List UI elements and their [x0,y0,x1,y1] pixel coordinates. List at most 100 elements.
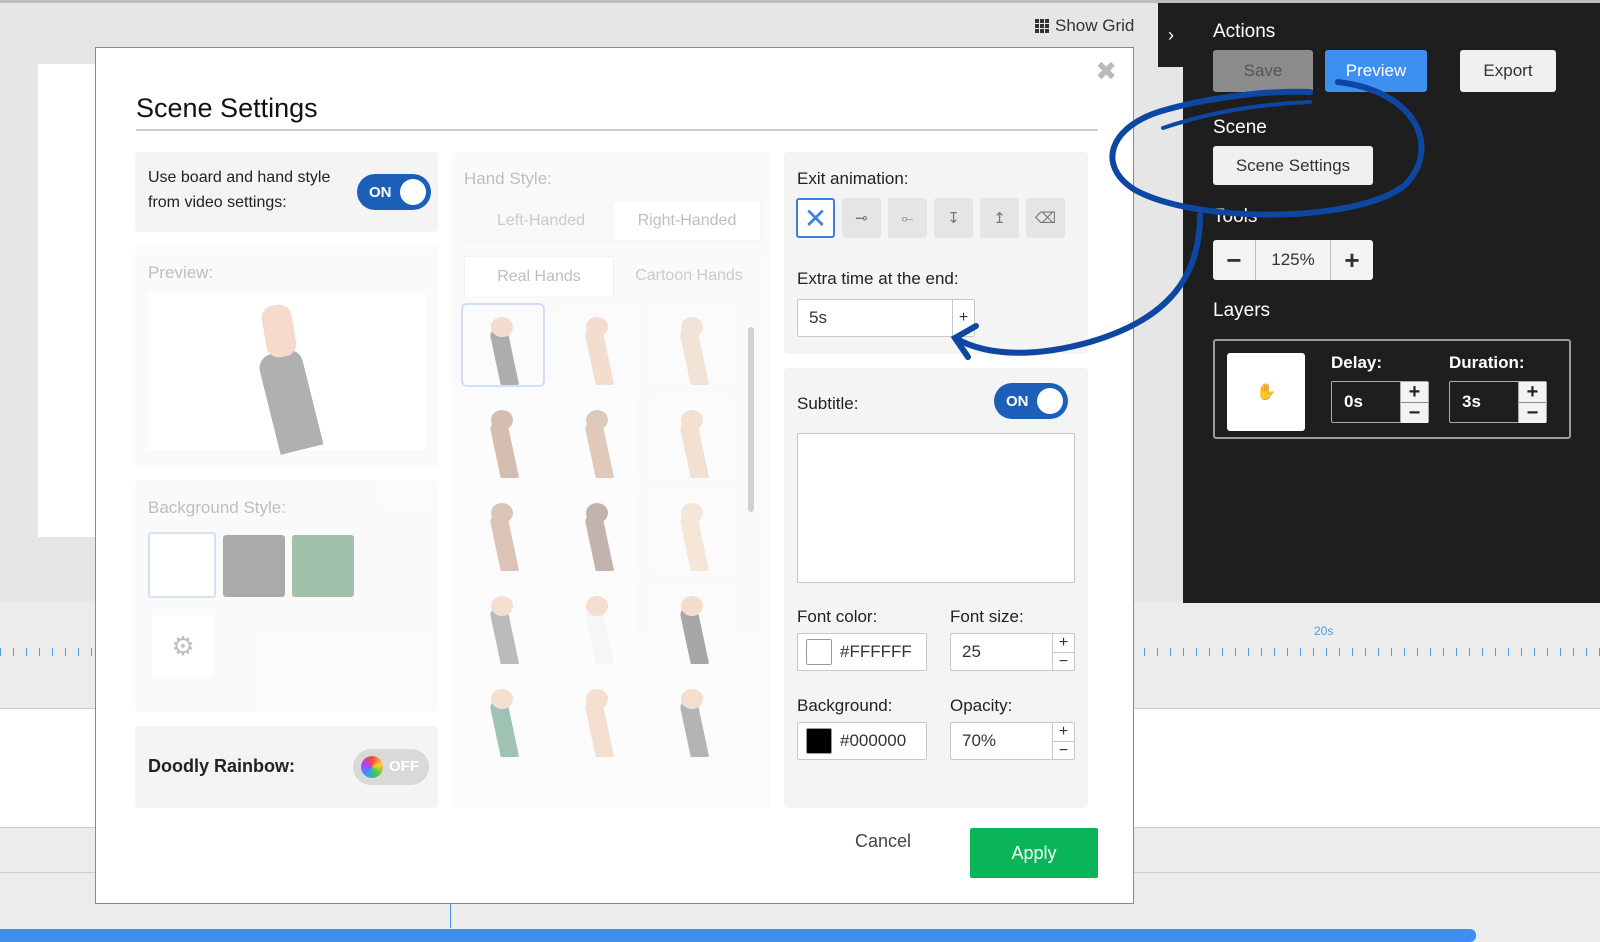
use-board-toggle[interactable]: ON [357,174,431,210]
opacity-label: Opacity: [950,696,1013,715]
opacity-input[interactable]: 70% + − [950,722,1075,760]
bg-swatch-white[interactable] [148,532,216,598]
font-color-value[interactable]: #FFFFFF [840,642,912,662]
ruler-label: 20s [1314,624,1334,638]
subtitle-toggle[interactable]: ON [994,383,1068,419]
extra-time-input[interactable]: 5s + [797,299,975,337]
hand-option[interactable] [558,584,638,664]
hand-option[interactable] [558,398,638,478]
hand-option[interactable] [653,677,733,757]
background-label: Background: [797,696,893,715]
left-handed-option[interactable]: Left-Handed [468,202,614,240]
opacity-value[interactable]: 70% [962,731,996,751]
preview-button[interactable]: Preview [1325,50,1427,92]
delay-decrement[interactable]: − [1401,402,1428,423]
font-size-increment[interactable]: + [1053,634,1074,652]
duration-value[interactable]: 3s [1450,382,1518,422]
show-grid-button[interactable]: Show Grid [1035,16,1134,36]
bg-swatch-dark[interactable] [223,535,285,597]
eraser-icon[interactable]: ⌫ [1026,198,1065,238]
extra-time-increment[interactable]: + [953,300,974,336]
bg-swatch-light[interactable] [361,535,423,597]
font-color-input[interactable]: #FFFFFF [797,633,927,671]
use-board-label-line2: from video settings: [148,194,287,211]
chevron-right-icon: › [1168,24,1174,45]
title-divider [136,129,1098,131]
font-size-label: Font size: [950,607,1024,626]
exit-slide-right-icon[interactable]: ⟜ [888,198,927,238]
apply-button[interactable]: Apply [970,828,1098,878]
rainbow-icon [361,756,383,778]
layer-item[interactable]: ✋ Delay: Duration: 0s + − 3s + − [1213,339,1571,439]
exit-animation-card: Exit animation: Extra time at the end: 5… [784,152,1088,354]
toggle-on-label: ON [369,183,392,201]
hand-option[interactable] [653,584,733,664]
doodly-rainbow-toggle[interactable]: OFF [353,749,429,785]
use-board-label-line1: Use board and hand style [148,169,331,186]
show-grid-label: Show Grid [1055,16,1135,35]
delay-increment[interactable]: + [1401,382,1428,402]
exit-slide-up-icon[interactable]: ↥ [980,198,1019,238]
opacity-decrement[interactable]: − [1053,741,1074,760]
save-button[interactable]: Save [1213,50,1313,92]
tab-cartoon-hands[interactable]: Cartoon Hands [614,256,764,296]
hand-option[interactable] [558,305,638,385]
toggle-knob [1037,388,1063,414]
background-style-label: Background Style: [148,498,286,517]
right-handed-option[interactable]: Right-Handed [614,202,760,240]
hand-option[interactable] [463,491,543,571]
background-color-swatch[interactable] [806,728,832,754]
hand-option[interactable] [558,677,638,757]
delay-value[interactable]: 0s [1332,382,1400,422]
export-button[interactable]: Export [1460,50,1556,92]
cancel-button[interactable]: Cancel [855,831,911,852]
hand-option[interactable] [463,584,543,664]
toggle-off-label: OFF [389,758,419,775]
hand-option[interactable] [653,305,733,385]
toggle-on-label: ON [1006,392,1029,410]
timeline-scrollbar[interactable] [0,929,1476,942]
exit-slide-left-icon[interactable]: ⊸ [842,198,881,238]
panel-collapse-button[interactable]: › [1158,3,1184,67]
hand-option[interactable] [653,491,733,571]
hand-type-tabs: Real Hands Cartoon Hands [464,256,764,296]
tab-real-hands[interactable]: Real Hands [464,256,614,296]
preview-card: Preview: [135,245,438,467]
exit-none-icon[interactable]: ✕ [796,198,835,238]
font-size-decrement[interactable]: − [1053,652,1074,671]
hand-option[interactable] [463,398,543,478]
background-color-value[interactable]: #000000 [840,731,906,751]
font-size-input[interactable]: 25 + − [950,633,1075,671]
hand-option[interactable] [461,303,545,387]
hand-option[interactable] [463,677,543,757]
background-style-card: Background Style: ⚙ [135,480,438,712]
opacity-increment[interactable]: + [1053,723,1074,741]
zoom-control: − 125% + [1213,240,1373,280]
duration-stepper[interactable]: 3s + − [1449,381,1547,423]
font-size-value[interactable]: 25 [962,642,981,662]
preview-image [148,293,425,455]
scene-heading: Scene [1213,117,1267,138]
hand-option[interactable] [653,398,733,478]
opacity-stepper: + − [1052,723,1074,759]
subtitle-card: Subtitle: ON Font color: Font size: #FFF… [784,368,1088,808]
subtitle-textarea[interactable] [797,433,1075,583]
gear-icon[interactable]: ⚙ [152,615,214,677]
duration-decrement[interactable]: − [1519,402,1546,423]
close-icon[interactable]: ✖ [1095,56,1117,87]
zoom-out-button[interactable]: − [1213,240,1255,280]
grid-icon [1035,19,1049,33]
background-color-input[interactable]: #000000 [797,722,927,760]
scene-settings-button[interactable]: Scene Settings [1213,146,1373,185]
zoom-in-button[interactable]: + [1331,240,1373,280]
hand-option[interactable] [558,491,638,571]
hand-list-scrollbar[interactable] [748,327,754,512]
right-panel: Actions Save Preview Export Scene Scene … [1183,3,1600,607]
bg-swatch-green[interactable] [292,535,354,597]
layer-thumbnail[interactable]: ✋ [1227,353,1305,431]
font-color-swatch[interactable] [806,639,832,665]
duration-increment[interactable]: + [1519,382,1546,402]
exit-slide-down-icon[interactable]: ↧ [934,198,973,238]
extra-time-value[interactable]: 5s [809,308,827,328]
delay-stepper[interactable]: 0s + − [1331,381,1429,423]
